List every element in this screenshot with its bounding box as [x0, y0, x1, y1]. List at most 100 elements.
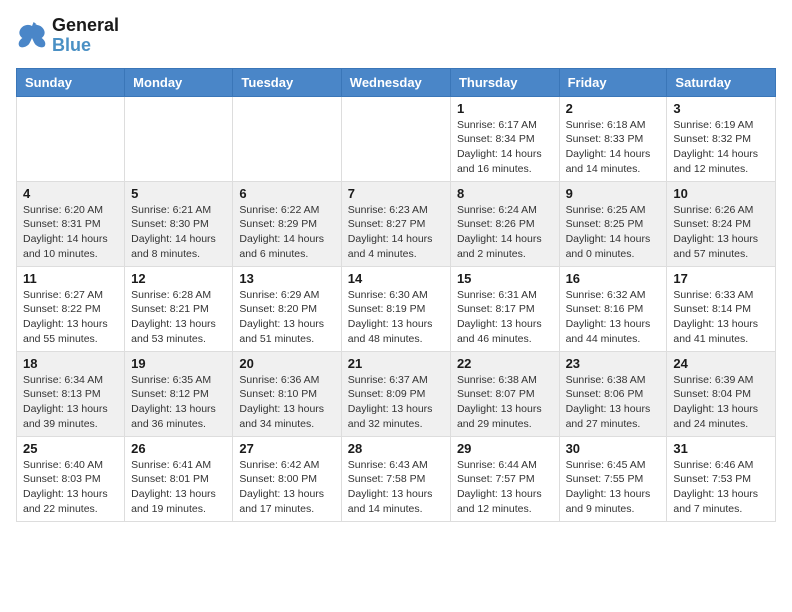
calendar-cell: 12 Sunrise: 6:28 AM Sunset: 8:21 PM Dayli…	[125, 266, 233, 351]
day-info: Sunrise: 6:31 AM Sunset: 8:17 PM Dayligh…	[457, 288, 553, 347]
day-info: Sunrise: 6:32 AM Sunset: 8:16 PM Dayligh…	[566, 288, 661, 347]
day-info: Sunrise: 6:41 AM Sunset: 8:01 PM Dayligh…	[131, 458, 226, 517]
day-info: Sunrise: 6:24 AM Sunset: 8:26 PM Dayligh…	[457, 203, 553, 262]
day-header-tuesday: Tuesday	[233, 68, 341, 96]
day-header-wednesday: Wednesday	[341, 68, 450, 96]
calendar-cell: 26 Sunrise: 6:41 AM Sunset: 8:01 PM Dayli…	[125, 436, 233, 521]
day-info: Sunrise: 6:45 AM Sunset: 7:55 PM Dayligh…	[566, 458, 661, 517]
calendar-cell: 9Sunrise: 6:25 AM Sunset: 8:25 PM Daylig…	[559, 181, 667, 266]
day-number: 13	[239, 271, 334, 286]
calendar-cell: 7 Sunrise: 6:23 AM Sunset: 8:27 PM Daylig…	[341, 181, 450, 266]
calendar-cell: 6 Sunrise: 6:22 AM Sunset: 8:29 PM Daylig…	[233, 181, 341, 266]
day-info: Sunrise: 6:44 AM Sunset: 7:57 PM Dayligh…	[457, 458, 553, 517]
calendar-cell: 10Sunrise: 6:26 AM Sunset: 8:24 PM Dayli…	[667, 181, 776, 266]
day-info: Sunrise: 6:42 AM Sunset: 8:00 PM Dayligh…	[239, 458, 334, 517]
day-number: 31	[673, 441, 769, 456]
day-number: 29	[457, 441, 553, 456]
day-info: Sunrise: 6:23 AM Sunset: 8:27 PM Dayligh…	[348, 203, 444, 262]
calendar-cell: 21 Sunrise: 6:37 AM Sunset: 8:09 PM Dayli…	[341, 351, 450, 436]
day-info: Sunrise: 6:19 AM Sunset: 8:32 PM Dayligh…	[673, 118, 769, 177]
calendar-table: SundayMondayTuesdayWednesdayThursdayFrid…	[16, 68, 776, 522]
logo-text: General Blue	[52, 16, 119, 56]
day-info: Sunrise: 6:18 AM Sunset: 8:33 PM Dayligh…	[566, 118, 661, 177]
day-info: Sunrise: 6:30 AM Sunset: 8:19 PM Dayligh…	[348, 288, 444, 347]
calendar-cell: 8 Sunrise: 6:24 AM Sunset: 8:26 PM Daylig…	[450, 181, 559, 266]
day-number: 9	[566, 186, 661, 201]
calendar-cell: 4Sunrise: 6:20 AM Sunset: 8:31 PM Daylig…	[17, 181, 125, 266]
day-number: 17	[673, 271, 769, 286]
calendar-cell: 18 Sunrise: 6:34 AM Sunset: 8:13 PM Dayli…	[17, 351, 125, 436]
day-info: Sunrise: 6:34 AM Sunset: 8:13 PM Dayligh…	[23, 373, 118, 432]
day-number: 23	[566, 356, 661, 371]
logo: General Blue	[16, 16, 119, 56]
day-header-sunday: Sunday	[17, 68, 125, 96]
day-info: Sunrise: 6:20 AM Sunset: 8:31 PM Dayligh…	[23, 203, 118, 262]
day-number: 20	[239, 356, 334, 371]
day-number: 2	[566, 101, 661, 116]
calendar-cell: 23 Sunrise: 6:38 AM Sunset: 8:06 PM Dayli…	[559, 351, 667, 436]
calendar-cell	[125, 96, 233, 181]
calendar-cell: 20 Sunrise: 6:36 AM Sunset: 8:10 PM Dayli…	[233, 351, 341, 436]
day-number: 25	[23, 441, 118, 456]
calendar-cell: 22 Sunrise: 6:38 AM Sunset: 8:07 PM Dayli…	[450, 351, 559, 436]
day-number: 24	[673, 356, 769, 371]
day-number: 30	[566, 441, 661, 456]
day-info: Sunrise: 6:28 AM Sunset: 8:21 PM Dayligh…	[131, 288, 226, 347]
calendar-cell: 5 Sunrise: 6:21 AM Sunset: 8:30 PM Daylig…	[125, 181, 233, 266]
day-info: Sunrise: 6:38 AM Sunset: 8:06 PM Dayligh…	[566, 373, 661, 432]
calendar-cell	[17, 96, 125, 181]
calendar-cell: 19Sunrise: 6:35 AM Sunset: 8:12 PM Dayli…	[125, 351, 233, 436]
day-info: Sunrise: 6:38 AM Sunset: 8:07 PM Dayligh…	[457, 373, 553, 432]
day-info: Sunrise: 6:22 AM Sunset: 8:29 PM Dayligh…	[239, 203, 334, 262]
calendar-cell: 1Sunrise: 6:17 AM Sunset: 8:34 PM Daylig…	[450, 96, 559, 181]
calendar-cell: 25Sunrise: 6:40 AM Sunset: 8:03 PM Dayli…	[17, 436, 125, 521]
calendar-cell: 16 Sunrise: 6:32 AM Sunset: 8:16 PM Dayli…	[559, 266, 667, 351]
logo-bird-icon	[16, 22, 48, 50]
calendar-cell: 31 Sunrise: 6:46 AM Sunset: 7:53 PM Dayli…	[667, 436, 776, 521]
day-number: 5	[131, 186, 226, 201]
day-number: 28	[348, 441, 444, 456]
header-section: General Blue	[16, 16, 776, 56]
day-number: 14	[348, 271, 444, 286]
day-info: Sunrise: 6:39 AM Sunset: 8:04 PM Dayligh…	[673, 373, 769, 432]
calendar-cell: 28Sunrise: 6:43 AM Sunset: 7:58 PM Dayli…	[341, 436, 450, 521]
day-number: 12	[131, 271, 226, 286]
day-info: Sunrise: 6:26 AM Sunset: 8:24 PM Dayligh…	[673, 203, 769, 262]
day-number: 22	[457, 356, 553, 371]
day-number: 15	[457, 271, 553, 286]
calendar-header-row: SundayMondayTuesdayWednesdayThursdayFrid…	[17, 68, 776, 96]
calendar-cell	[233, 96, 341, 181]
day-info: Sunrise: 6:29 AM Sunset: 8:20 PM Dayligh…	[239, 288, 334, 347]
calendar-cell: 2 Sunrise: 6:18 AM Sunset: 8:33 PM Daylig…	[559, 96, 667, 181]
calendar-cell	[341, 96, 450, 181]
day-info: Sunrise: 6:21 AM Sunset: 8:30 PM Dayligh…	[131, 203, 226, 262]
calendar-cell: 29 Sunrise: 6:44 AM Sunset: 7:57 PM Dayli…	[450, 436, 559, 521]
day-number: 7	[348, 186, 444, 201]
day-number: 21	[348, 356, 444, 371]
day-header-thursday: Thursday	[450, 68, 559, 96]
day-number: 6	[239, 186, 334, 201]
day-number: 3	[673, 101, 769, 116]
day-info: Sunrise: 6:35 AM Sunset: 8:12 PM Dayligh…	[131, 373, 226, 432]
day-number: 16	[566, 271, 661, 286]
day-info: Sunrise: 6:37 AM Sunset: 8:09 PM Dayligh…	[348, 373, 444, 432]
day-info: Sunrise: 6:46 AM Sunset: 7:53 PM Dayligh…	[673, 458, 769, 517]
day-info: Sunrise: 6:33 AM Sunset: 8:14 PM Dayligh…	[673, 288, 769, 347]
calendar-cell: 14 Sunrise: 6:30 AM Sunset: 8:19 PM Dayli…	[341, 266, 450, 351]
day-number: 26	[131, 441, 226, 456]
day-number: 8	[457, 186, 553, 201]
day-number: 18	[23, 356, 118, 371]
calendar-week-row: 4Sunrise: 6:20 AM Sunset: 8:31 PM Daylig…	[17, 181, 776, 266]
calendar-cell: 24 Sunrise: 6:39 AM Sunset: 8:04 PM Dayli…	[667, 351, 776, 436]
day-number: 27	[239, 441, 334, 456]
calendar-cell: 27 Sunrise: 6:42 AM Sunset: 8:00 PM Dayli…	[233, 436, 341, 521]
calendar-week-row: 18 Sunrise: 6:34 AM Sunset: 8:13 PM Dayli…	[17, 351, 776, 436]
calendar-week-row: 1Sunrise: 6:17 AM Sunset: 8:34 PM Daylig…	[17, 96, 776, 181]
day-info: Sunrise: 6:36 AM Sunset: 8:10 PM Dayligh…	[239, 373, 334, 432]
day-header-friday: Friday	[559, 68, 667, 96]
calendar-cell: 30 Sunrise: 6:45 AM Sunset: 7:55 PM Dayli…	[559, 436, 667, 521]
day-header-saturday: Saturday	[667, 68, 776, 96]
day-header-monday: Monday	[125, 68, 233, 96]
calendar-week-row: 25Sunrise: 6:40 AM Sunset: 8:03 PM Dayli…	[17, 436, 776, 521]
day-number: 11	[23, 271, 118, 286]
